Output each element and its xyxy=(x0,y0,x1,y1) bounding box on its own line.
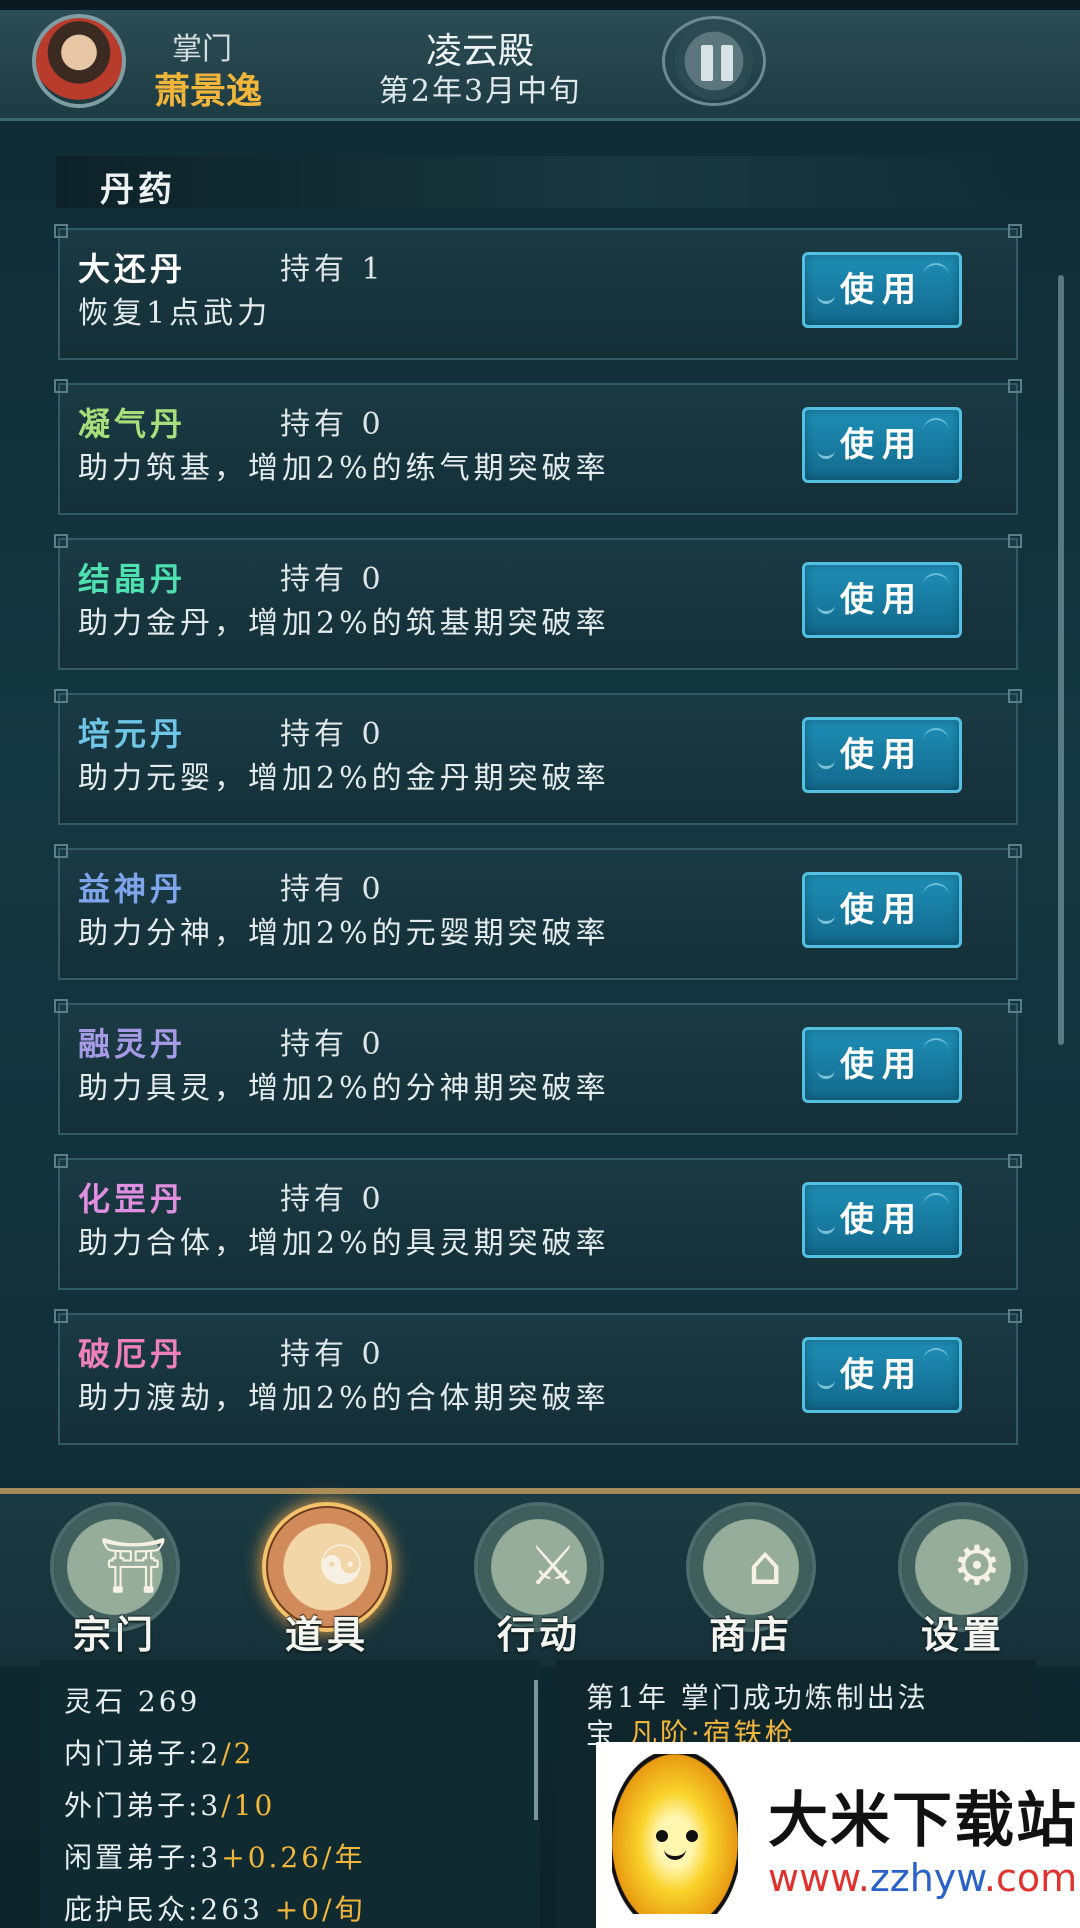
use-button[interactable]: 使用 xyxy=(802,252,962,328)
item-held-count: 持有 1 xyxy=(280,252,385,287)
use-button[interactable]: 使用 xyxy=(802,872,962,948)
log-line: 第1年 掌门成功炼制出法 xyxy=(586,1681,929,1714)
item-name: 化罡丹 xyxy=(78,1180,187,1218)
item-name: 融灵丹 xyxy=(78,1025,187,1063)
nav-label: 商店 xyxy=(708,1612,793,1657)
swirl-decoration-icon xyxy=(817,1066,835,1079)
sheltered-people-stat: 庇护民众:263 +0/旬 xyxy=(64,1893,366,1926)
nav-label: 设置 xyxy=(920,1612,1005,1657)
swirl-decoration-icon xyxy=(923,573,949,589)
inner-disciples-stat: 内门弟子:2/2 xyxy=(64,1737,255,1770)
item-held-count: 持有 0 xyxy=(280,1182,385,1217)
use-button-label: 使用 xyxy=(840,890,924,930)
use-button[interactable]: 使用 xyxy=(802,1337,962,1413)
item-name: 凝气丹 xyxy=(78,405,187,443)
item-held-count: 持有 0 xyxy=(280,872,385,907)
top-bar: 掌门 萧景逸 凌云殿 第2年3月中旬 xyxy=(0,0,1080,121)
pause-icon xyxy=(701,45,713,81)
nav-label: 道具 xyxy=(284,1612,369,1657)
item-name: 大还丹 xyxy=(78,250,187,288)
use-button-label: 使用 xyxy=(840,580,924,620)
game-date: 第2年3月中旬 xyxy=(378,74,582,109)
item-held-count: 持有 0 xyxy=(280,407,385,442)
divider xyxy=(534,1680,538,1820)
item-description: 助力筑基，增加2%的练气期突破率 xyxy=(78,451,610,486)
use-button-label: 使用 xyxy=(840,1355,924,1395)
stats-panel: 灵石 269 内门弟子:2/2 外门弟子:3/10 闲置弟子:3+0.26/年 … xyxy=(40,1660,540,1928)
item-row: 大还丹 持有 1 恢复1点武力 使用 xyxy=(54,224,1022,360)
item-held-count: 持有 0 xyxy=(280,717,385,752)
use-button[interactable]: 使用 xyxy=(802,1027,962,1103)
swirl-decoration-icon xyxy=(817,756,835,769)
swirl-decoration-icon xyxy=(923,728,949,744)
swirl-decoration-icon xyxy=(817,911,835,924)
nav-shop-button[interactable]: ⌂ 商店 xyxy=(676,1502,826,1657)
use-button[interactable]: 使用 xyxy=(802,407,962,483)
swirl-decoration-icon xyxy=(923,418,949,434)
use-button[interactable]: 使用 xyxy=(802,1182,962,1258)
item-row: 破厄丹 持有 0 助力渡劫，增加2%的合体期突破率 使用 xyxy=(54,1309,1022,1445)
item-description: 助力合体，增加2%的具灵期突破率 xyxy=(78,1226,610,1261)
action-sword-icon: ⚔ xyxy=(528,1534,578,1597)
swirl-decoration-icon xyxy=(817,601,835,614)
item-held-count: 持有 0 xyxy=(280,562,385,597)
item-name: 破厄丹 xyxy=(78,1335,187,1373)
item-name: 培元丹 xyxy=(78,715,187,753)
swirl-decoration-icon xyxy=(817,291,835,304)
item-description: 助力分神，增加2%的元婴期突破率 xyxy=(78,916,610,951)
item-name: 结晶丹 xyxy=(78,560,187,598)
outer-disciples-stat: 外门弟子:3/10 xyxy=(64,1789,276,1822)
item-row: 益神丹 持有 0 助力分神，增加2%的元婴期突破率 使用 xyxy=(54,844,1022,980)
idle-disciples-stat: 闲置弟子:3+0.26/年 xyxy=(64,1841,366,1874)
swirl-decoration-icon xyxy=(923,1038,949,1054)
use-button[interactable]: 使用 xyxy=(802,717,962,793)
section-header: 丹药 xyxy=(56,156,1016,210)
item-description: 助力元婴，增加2%的金丹期突破率 xyxy=(78,761,610,796)
watermark: 大米下载站 www.zzhyw.com xyxy=(596,1742,1080,1928)
sect-gate-icon: ⛩ xyxy=(99,1534,168,1597)
swirl-decoration-icon xyxy=(817,446,835,459)
item-held-count: 持有 0 xyxy=(280,1337,385,1372)
item-name: 益神丹 xyxy=(78,870,187,908)
use-button-label: 使用 xyxy=(840,270,924,310)
scrollbar[interactable] xyxy=(1058,275,1064,1045)
item-row: 培元丹 持有 0 助力元婴，增加2%的金丹期突破率 使用 xyxy=(54,689,1022,825)
item-description: 助力金丹，增加2%的筑基期突破率 xyxy=(78,606,610,641)
nav-label: 行动 xyxy=(496,1612,581,1657)
swirl-decoration-icon xyxy=(817,1376,835,1389)
spirit-stone-stat: 灵石 269 xyxy=(64,1685,201,1718)
item-description: 助力渡劫，增加2%的合体期突破率 xyxy=(78,1381,610,1416)
gear-icon: ⚙ xyxy=(952,1534,1002,1597)
item-row: 化罡丹 持有 0 助力合体，增加2%的具灵期突破率 使用 xyxy=(54,1154,1022,1290)
use-button-label: 使用 xyxy=(840,735,924,775)
use-button-label: 使用 xyxy=(840,425,924,465)
shop-icon: ⌂ xyxy=(747,1534,783,1597)
watermark-title: 大米下载站 xyxy=(768,1786,1078,1856)
section-title: 丹药 xyxy=(100,170,176,210)
nav-label: 宗门 xyxy=(72,1612,157,1657)
item-row: 结晶丹 持有 0 助力金丹，增加2%的筑基期突破率 使用 xyxy=(54,534,1022,670)
pause-button[interactable] xyxy=(662,16,766,106)
nav-action-button[interactable]: ⚔ 行动 xyxy=(464,1502,614,1657)
rice-mascot-logo xyxy=(612,1754,738,1914)
swirl-decoration-icon xyxy=(923,1193,949,1209)
swirl-decoration-icon xyxy=(923,883,949,899)
item-row: 凝气丹 持有 0 助力筑基，增加2%的练气期突破率 使用 xyxy=(54,379,1022,515)
item-description: 助力具灵，增加2%的分神期突破率 xyxy=(78,1071,610,1106)
use-button-label: 使用 xyxy=(840,1045,924,1085)
nav-sect-button[interactable]: ⛩ 宗门 xyxy=(40,1502,190,1657)
swirl-decoration-icon xyxy=(923,263,949,279)
nav-settings-button[interactable]: ⚙ 设置 xyxy=(888,1502,1038,1657)
item-bag-icon: ☯ xyxy=(316,1534,366,1597)
nav-items-button[interactable]: ☯ 道具 xyxy=(252,1502,402,1657)
item-description: 恢复1点武力 xyxy=(78,296,272,331)
use-button-label: 使用 xyxy=(840,1200,924,1240)
item-held-count: 持有 0 xyxy=(280,1027,385,1062)
swirl-decoration-icon xyxy=(817,1221,835,1234)
use-button[interactable]: 使用 xyxy=(802,562,962,638)
item-row: 融灵丹 持有 0 助力具灵，增加2%的分神期突破率 使用 xyxy=(54,999,1022,1135)
watermark-url: www.zzhyw.com xyxy=(768,1856,1078,1900)
swirl-decoration-icon xyxy=(923,1348,949,1364)
